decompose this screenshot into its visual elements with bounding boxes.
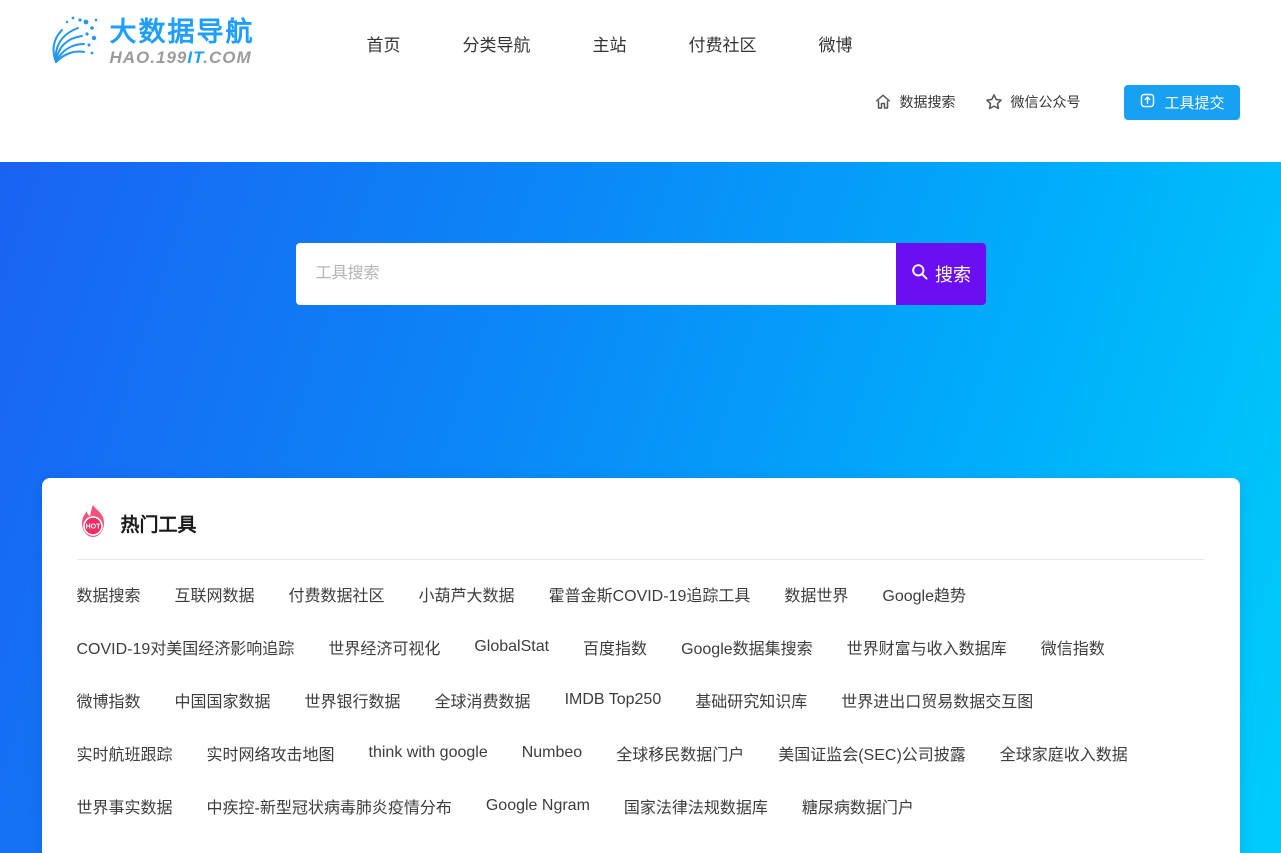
tool-link[interactable]: COVID-19对美国经济影响追踪	[77, 635, 295, 659]
tool-link[interactable]: 百度指数	[583, 635, 647, 659]
tool-link[interactable]: 世界事实数据	[77, 794, 173, 818]
hot-tools-card: HOT 热门工具 数据搜索 互联网数据 付费数据社区 小葫芦大数据 霍普金斯COVID-…	[42, 478, 1240, 853]
tool-link[interactable]: 实时航班跟踪	[77, 741, 173, 765]
tool-link[interactable]: 基础研究知识库	[695, 688, 807, 712]
tool-link[interactable]: 全球消费数据	[435, 688, 531, 712]
svg-text:HOT: HOT	[85, 524, 101, 531]
nav-item-categories[interactable]: 分类导航	[463, 31, 531, 56]
tool-link[interactable]: 数据世界	[784, 582, 848, 606]
hot-tools-header: HOT 热门工具	[77, 504, 1205, 543]
tool-search-bar: 搜索	[296, 162, 986, 305]
tool-link[interactable]: Google数据集搜索	[681, 635, 813, 659]
tool-link[interactable]: 互联网数据	[175, 582, 255, 606]
tool-link[interactable]: 全球家庭收入数据	[1000, 741, 1128, 765]
nav-item-paid-community[interactable]: 付费社区	[689, 31, 757, 56]
tool-link[interactable]: GlobalStat	[474, 638, 549, 656]
upload-icon	[1139, 92, 1156, 113]
tool-link[interactable]: 霍普金斯COVID-19追踪工具	[549, 582, 751, 606]
logo-text: 大数据导航 HAO.199IT.COM	[110, 18, 255, 68]
site-title: 大数据导航	[110, 18, 255, 48]
tool-link[interactable]: 中疾控-新型冠状病毒肺炎疫情分布	[207, 794, 452, 818]
tool-search-input[interactable]	[296, 243, 896, 305]
tool-link[interactable]: Google趋势	[882, 582, 966, 606]
tool-submit-button[interactable]: 工具提交	[1124, 85, 1239, 120]
tool-link-list: 数据搜索 互联网数据 付费数据社区 小葫芦大数据 霍普金斯COVID-19追踪工具 数据世…	[77, 567, 1205, 832]
header-top-row: 大数据导航 HAO.199IT.COM 首页 分类导航 主站 付费社区 微博	[42, 0, 1240, 76]
tool-link[interactable]: 微博指数	[77, 688, 141, 712]
tool-link[interactable]: 中国国家数据	[175, 688, 271, 712]
nav-item-home[interactable]: 首页	[367, 31, 401, 56]
tool-row: 数据搜索 互联网数据 付费数据社区 小葫芦大数据 霍普金斯COVID-19追踪工具 数据世…	[77, 567, 1205, 620]
tool-link[interactable]: 小葫芦大数据	[419, 582, 515, 606]
tool-link[interactable]: 世界进出口贸易数据交互图	[841, 688, 1033, 712]
tool-link[interactable]: 付费数据社区	[289, 582, 385, 606]
hero-section: 搜索 HOT 热门工具 数据搜索 互联网数据 付费数据社区 小葫芦大数据 霍普金斯COV…	[0, 162, 1281, 853]
tool-link[interactable]: 世界财富与收入数据库	[847, 635, 1007, 659]
dandelion-logo-icon	[42, 12, 100, 75]
divider	[77, 559, 1205, 560]
main-nav: 首页 分类导航 主站 付费社区 微博	[367, 31, 853, 56]
tool-link[interactable]: 微信指数	[1041, 635, 1105, 659]
nav-item-weibo[interactable]: 微博	[819, 31, 853, 56]
tool-row: 世界事实数据 中疾控-新型冠状病毒肺炎疫情分布 Google Ngram 国家法律法规…	[77, 779, 1205, 832]
data-search-link[interactable]: 数据搜索	[874, 92, 955, 112]
tool-link[interactable]: think with google	[369, 744, 488, 762]
tool-link[interactable]: 国家法律法规数据库	[624, 794, 768, 818]
tool-link[interactable]: 糖尿病数据门户	[802, 794, 914, 818]
wechat-official-link[interactable]: 微信公众号	[985, 92, 1080, 112]
tool-row: 实时航班跟踪 实时网络攻击地图 think with google Numbeo 全球移…	[77, 726, 1205, 779]
tool-link[interactable]: 实时网络攻击地图	[207, 741, 335, 765]
utility-row: 数据搜索 微信公众号 工具提交	[42, 76, 1240, 128]
tool-row: COVID-19对美国经济影响追踪 世界经济可视化 GlobalStat 百度指数 Go…	[77, 620, 1205, 673]
hot-tools-title: 热门工具	[121, 510, 197, 537]
site-logo[interactable]: 大数据导航 HAO.199IT.COM	[42, 12, 255, 75]
tool-link[interactable]: Numbeo	[522, 744, 582, 762]
home-icon	[874, 93, 892, 111]
nav-item-main-site[interactable]: 主站	[593, 31, 627, 56]
tool-link[interactable]: 世界银行数据	[305, 688, 401, 712]
header: 大数据导航 HAO.199IT.COM 首页 分类导航 主站 付费社区 微博 数	[0, 0, 1281, 162]
star-icon	[985, 93, 1003, 111]
tool-link[interactable]: 数据搜索	[77, 582, 141, 606]
tool-link[interactable]: IMDB Top250	[565, 691, 662, 709]
tool-row: 微博指数 中国国家数据 世界银行数据 全球消费数据 IMDB Top250 基础研究知识库…	[77, 673, 1205, 726]
tool-link[interactable]: 美国证监会(SEC)公司披露	[778, 741, 966, 765]
hot-flame-icon: HOT	[77, 504, 109, 543]
search-button[interactable]: 搜索	[896, 243, 986, 305]
tool-link[interactable]: 全球移民数据门户	[616, 741, 744, 765]
tool-link[interactable]: 世界经济可视化	[328, 635, 440, 659]
site-subtitle: HAO.199IT.COM	[110, 48, 255, 68]
search-icon	[910, 262, 929, 286]
tool-link[interactable]: Google Ngram	[486, 797, 590, 815]
